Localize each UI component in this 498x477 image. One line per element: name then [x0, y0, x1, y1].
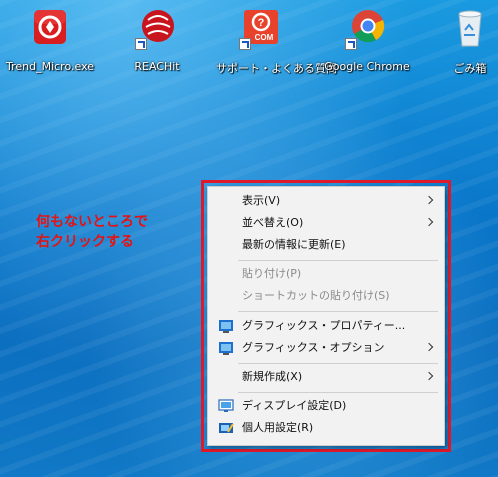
display-icon — [218, 398, 234, 414]
menu-separator — [238, 311, 438, 312]
personalize-icon — [218, 420, 234, 436]
desktop-icon-label: Google Chrome — [324, 60, 410, 73]
desktop-icon-google-chrome[interactable]: Google Chrome — [322, 6, 412, 76]
shortcut-arrow-icon — [239, 38, 251, 50]
menu-separator — [238, 260, 438, 261]
svg-text:?: ? — [258, 17, 265, 29]
annotation-line-2: 右クリックする — [36, 234, 134, 250]
desktop-icon-trend-micro[interactable]: Trend_Micro.exe — [5, 6, 95, 76]
desktop-icons: Trend_Micro.exe REACHit ? COM サポート・よくある質 — [0, 0, 498, 80]
chevron-right-icon — [424, 217, 434, 227]
menu-item-new[interactable]: 新規作成(X) — [208, 366, 444, 388]
desktop-icon-reachit[interactable]: REACHit — [112, 6, 202, 76]
menu-item-graphics-properties[interactable]: グラフィックス・プロパティー... — [208, 315, 444, 337]
menu-separator — [238, 363, 438, 364]
trend-micro-icon — [32, 8, 68, 48]
chevron-right-icon — [424, 371, 434, 381]
shortcut-arrow-icon — [135, 38, 147, 50]
shortcut-arrow-icon — [345, 38, 357, 50]
instruction-annotation: 何もないところで 右クリックする — [36, 212, 148, 252]
reachit-icon — [135, 8, 175, 50]
menu-item-view[interactable]: 表示(V) — [208, 190, 444, 212]
desktop-context-menu: 表示(V) 並べ替え(O) 最新の情報に更新(E) 貼り付け(P) ショートカッ… — [207, 186, 445, 446]
support-badge-text: COM — [255, 33, 274, 42]
menu-item-display-settings[interactable]: ディスプレイ設定(D) — [208, 395, 444, 417]
desktop-icon-label: Trend_Micro.exe — [5, 60, 95, 73]
chrome-icon — [345, 8, 385, 50]
intel-graphics-icon — [218, 318, 234, 334]
desktop-icon-label: サポート・よくある質問 — [216, 62, 337, 75]
menu-item-graphics-options[interactable]: グラフィックス・オプション — [208, 337, 444, 359]
annotation-line-1: 何もないところで — [36, 214, 148, 230]
menu-item-refresh[interactable]: 最新の情報に更新(E) — [208, 234, 444, 256]
menu-item-sort[interactable]: 並べ替え(O) — [208, 212, 444, 234]
menu-item-personalize[interactable]: 個人用設定(R) — [208, 417, 444, 439]
desktop-icon-label: REACHit — [134, 60, 180, 73]
menu-item-paste-shortcut: ショートカットの貼り付け(S) — [242, 289, 390, 302]
chevron-right-icon — [424, 342, 434, 352]
menu-separator — [238, 392, 438, 393]
intel-graphics-icon — [218, 340, 234, 356]
desktop-icon-label: ごみ箱 — [453, 62, 487, 75]
support-faq-icon: ? COM — [239, 8, 279, 50]
recycle-bin-icon — [452, 8, 488, 48]
desktop-icon-recycle-bin[interactable]: ごみ箱 — [425, 6, 498, 76]
menu-item-paste: 貼り付け(P) — [242, 267, 302, 280]
desktop-icon-support-faq[interactable]: ? COM サポート・よくある質問 — [216, 6, 337, 76]
chevron-right-icon — [424, 195, 434, 205]
